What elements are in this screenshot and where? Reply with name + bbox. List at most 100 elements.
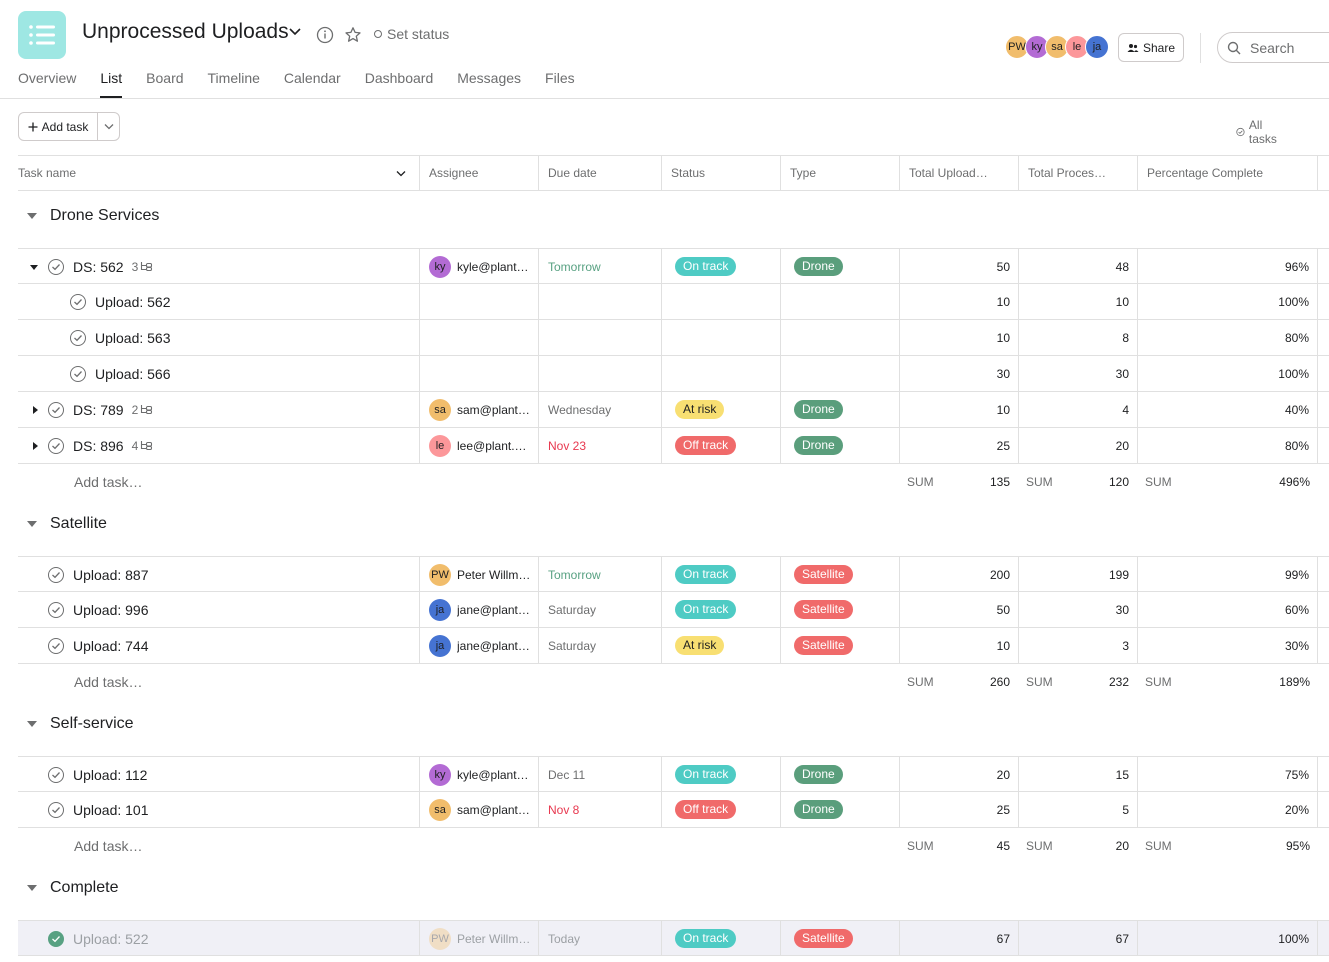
task-name[interactable]: Upload: 562 xyxy=(95,294,171,310)
total-processed-cell[interactable]: 10 xyxy=(1018,284,1137,319)
type-cell[interactable]: Drone xyxy=(780,792,899,827)
section-title[interactable]: Drone Services xyxy=(50,207,159,225)
assignee-cell[interactable]: ja jane@plant… xyxy=(419,628,538,663)
member-avatars[interactable]: PW ky sa le ja xyxy=(1005,35,1109,59)
type-badge[interactable]: Satellite xyxy=(794,929,853,948)
status-cell[interactable]: At risk xyxy=(661,628,780,663)
avatar[interactable]: ja xyxy=(429,598,451,621)
task-name-cell[interactable]: Upload: 887 xyxy=(18,557,419,592)
assignee-cell[interactable] xyxy=(419,320,538,355)
total-uploaded-cell[interactable]: 25 xyxy=(899,792,1018,827)
task-name-cell[interactable]: Upload: 996 xyxy=(18,592,419,627)
status-cell[interactable] xyxy=(661,320,780,355)
complete-checkbox-icon[interactable] xyxy=(48,930,64,947)
avatar[interactable]: sa xyxy=(429,398,451,421)
status-cell[interactable]: On track xyxy=(661,557,780,592)
tab-list[interactable]: List xyxy=(100,70,122,98)
percentage-cell[interactable]: 80% xyxy=(1137,320,1318,355)
total-uploaded-cell[interactable]: 20 xyxy=(899,757,1018,792)
percentage-cell[interactable]: 99% xyxy=(1137,557,1318,592)
total-processed-cell[interactable]: 3 xyxy=(1018,628,1137,663)
due-date-cell[interactable]: Today xyxy=(538,921,661,956)
status-cell[interactable] xyxy=(661,356,780,391)
percentage-cell[interactable]: 96% xyxy=(1137,249,1318,284)
total-uploaded-cell[interactable]: 50 xyxy=(899,592,1018,627)
subtask-count[interactable]: 3 xyxy=(132,260,154,274)
total-uploaded-cell[interactable]: 10 xyxy=(899,628,1018,663)
search-input[interactable]: Search xyxy=(1217,32,1329,63)
tab-files[interactable]: Files xyxy=(545,70,575,98)
avatar[interactable]: le xyxy=(429,434,451,457)
complete-checkbox-icon[interactable] xyxy=(70,293,86,310)
complete-checkbox-icon[interactable] xyxy=(48,258,64,275)
due-date-cell[interactable]: Saturday xyxy=(538,628,661,663)
table-row[interactable]: Upload: 522 PW Peter Willm… Today On track Sa… xyxy=(18,920,1329,956)
avatar[interactable]: ja xyxy=(429,634,451,657)
task-name-cell[interactable]: Upload: 566 xyxy=(18,356,419,391)
task-name-cell[interactable]: DS: 789 2 xyxy=(18,392,419,427)
section-header[interactable]: Drone Services xyxy=(18,193,1329,249)
table-row[interactable]: Upload: 744 ja jane@plant… Saturday At risk S… xyxy=(18,628,1329,664)
avatar[interactable]: PW xyxy=(429,563,451,586)
caret-down-icon[interactable] xyxy=(27,213,37,219)
tab-messages[interactable]: Messages xyxy=(457,70,521,98)
task-name-cell[interactable]: Upload: 101 xyxy=(18,792,419,827)
type-cell[interactable]: Drone xyxy=(780,757,899,792)
tab-overview[interactable]: Overview xyxy=(18,70,76,98)
table-row[interactable]: DS: 789 2 sa sam@plant… Wednesday At risk Dron… xyxy=(18,392,1329,428)
due-date-cell[interactable] xyxy=(538,320,661,355)
task-name[interactable]: Upload: 101 xyxy=(73,802,149,818)
column-total-processed[interactable]: Total Proces… xyxy=(1018,156,1137,190)
type-badge[interactable]: Satellite xyxy=(794,565,853,584)
tab-board[interactable]: Board xyxy=(146,70,183,98)
type-badge[interactable]: Drone xyxy=(794,436,843,455)
status-cell[interactable]: On track xyxy=(661,757,780,792)
avatar[interactable]: ja xyxy=(1085,35,1109,59)
assignee-cell[interactable]: ja jane@plant… xyxy=(419,592,538,627)
total-processed-cell[interactable]: 67 xyxy=(1018,921,1137,956)
assignee-cell[interactable]: sa sam@plant… xyxy=(419,392,538,427)
due-date-cell[interactable]: Nov 23 xyxy=(538,428,661,463)
total-uploaded-cell[interactable]: 10 xyxy=(899,284,1018,319)
status-cell[interactable]: At risk xyxy=(661,392,780,427)
task-name-cell[interactable]: Upload: 522 xyxy=(18,921,419,956)
caret-down-icon[interactable] xyxy=(27,521,37,527)
complete-checkbox-icon[interactable] xyxy=(48,766,64,783)
type-cell[interactable] xyxy=(780,284,899,319)
due-date-cell[interactable] xyxy=(538,284,661,319)
due-date-cell[interactable] xyxy=(538,356,661,391)
set-status-button[interactable]: Set status xyxy=(374,26,449,42)
caret-down-icon[interactable] xyxy=(27,721,37,727)
section-title[interactable]: Self-service xyxy=(50,715,134,733)
table-row[interactable]: DS: 562 3 ky kyle@plant… Tomorrow On track Dro… xyxy=(18,248,1329,284)
column-task-name[interactable]: Task name xyxy=(18,156,419,190)
total-processed-cell[interactable]: 199 xyxy=(1018,557,1137,592)
type-badge[interactable]: Satellite xyxy=(794,600,853,619)
status-cell[interactable]: Off track xyxy=(661,428,780,463)
project-icon[interactable] xyxy=(18,11,66,59)
section-header[interactable]: Self-service xyxy=(18,701,1329,757)
table-row[interactable]: Upload: 562 10 10 100% xyxy=(18,284,1329,320)
complete-checkbox-icon[interactable] xyxy=(70,365,86,382)
percentage-cell[interactable]: 60% xyxy=(1137,592,1318,627)
total-processed-cell[interactable]: 5 xyxy=(1018,792,1137,827)
type-badge[interactable]: Satellite xyxy=(794,636,853,655)
task-name-cell[interactable]: Upload: 112 xyxy=(18,757,419,792)
tab-calendar[interactable]: Calendar xyxy=(284,70,341,98)
column-total-uploaded[interactable]: Total Upload… xyxy=(899,156,1018,190)
avatar[interactable]: ky xyxy=(429,763,451,786)
avatar[interactable]: PW xyxy=(429,927,451,950)
status-badge[interactable]: On track xyxy=(675,929,737,948)
complete-checkbox-icon[interactable] xyxy=(48,601,64,618)
type-cell[interactable]: Satellite xyxy=(780,557,899,592)
star-icon[interactable] xyxy=(344,26,362,44)
task-name-cell[interactable]: DS: 896 4 xyxy=(18,428,419,463)
task-name[interactable]: Upload: 112 xyxy=(73,767,147,783)
type-cell[interactable]: Satellite xyxy=(780,921,899,956)
due-date-cell[interactable]: Saturday xyxy=(538,592,661,627)
task-name[interactable]: Upload: 563 xyxy=(95,330,171,346)
task-name[interactable]: DS: 896 xyxy=(73,438,124,454)
add-task-dropdown[interactable] xyxy=(98,113,119,140)
total-uploaded-cell[interactable]: 67 xyxy=(899,921,1018,956)
type-cell[interactable]: Satellite xyxy=(780,628,899,663)
